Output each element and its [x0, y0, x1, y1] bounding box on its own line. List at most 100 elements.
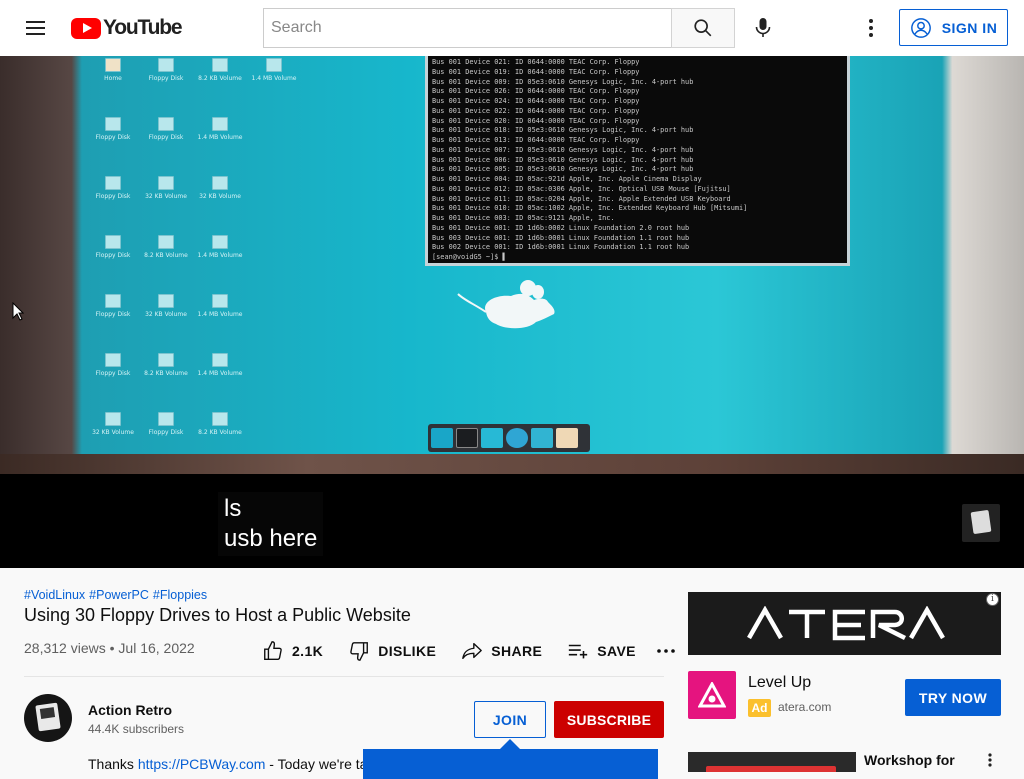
- video-desk-edge: [0, 454, 1024, 474]
- video-frame[interactable]: Home Floppy Disk 8.2 KB Volume 1.4 MB Volum…: [0, 56, 1024, 472]
- desktop-icon-label: Floppy Disk: [148, 75, 184, 82]
- recommended-menu-button[interactable]: [982, 752, 998, 768]
- terminal-line: Bus 001 Device 010: ID 05ac:1002 Apple, …: [432, 204, 748, 213]
- video-title: Using 30 Floppy Drives to Host a Public …: [24, 605, 411, 625]
- watermark-mac-icon: [970, 509, 992, 535]
- description-text: - Today we're ta: [265, 756, 363, 772]
- thumbs-up-icon: [264, 641, 282, 660]
- dock-search-icon: [531, 428, 553, 448]
- dislike-label: DISLIKE: [378, 643, 437, 659]
- search-input[interactable]: Search: [263, 8, 672, 48]
- floppy-disk-icon: [158, 412, 174, 426]
- sign-in-label: SIGN IN: [941, 19, 998, 36]
- channel-avatar[interactable]: [24, 694, 72, 742]
- share-icon: [462, 642, 483, 660]
- view-count: 28,312 views: [24, 640, 106, 656]
- ad-info-icon[interactable]: i: [986, 593, 999, 606]
- playlist-add-icon: [569, 644, 588, 659]
- hashtag-link[interactable]: #Floppies: [153, 588, 207, 602]
- search-button[interactable]: [671, 8, 735, 48]
- terminal-line: Bus 001 Device 009: ID 05e3:0610 Genesys…: [432, 77, 694, 86]
- settings-menu-button[interactable]: [859, 16, 883, 40]
- floppy-disk-icon: [158, 294, 174, 308]
- hashtag-link[interactable]: #PowerPC: [89, 588, 149, 602]
- terminal-line: Bus 001 Device 021: ID 0644:0000 TEAC Co…: [432, 58, 640, 66]
- terminal-line: Bus 002 Device 001: ID 1d6b:0001 Linux F…: [432, 243, 690, 252]
- desktop-icon: 8.2 KB Volume: [138, 235, 194, 259]
- masthead: YouTube Search SIGN IN: [0, 0, 1024, 56]
- description-link[interactable]: https://PCBWay.com: [138, 756, 266, 772]
- section-divider: [24, 676, 664, 677]
- desktop-icon: Home: [85, 58, 141, 82]
- youtube-play-icon: [71, 17, 101, 39]
- desktop-icon-label: Floppy Disk: [95, 252, 131, 259]
- desktop-icon: 1.4 MB Volume: [192, 294, 248, 318]
- description-prefix: Thanks: [88, 756, 138, 772]
- video-actions: 2.1K DISLIKE SHARE SAVE: [262, 636, 700, 666]
- subscribe-button[interactable]: SUBSCRIBE: [554, 701, 664, 738]
- video-meta: 28,312 views • Jul 16, 2022: [24, 640, 195, 656]
- avatar-mac-icon: [35, 702, 61, 732]
- terminal-window: Bus 001 Device 021: ID 0644:0000 TEAC Co…: [425, 56, 850, 266]
- desktop-icon: Floppy Disk: [85, 117, 141, 141]
- desktop-icon-label: 32 KB Volume: [199, 193, 241, 200]
- desktop-icon-label: 1.4 MB Volume: [197, 370, 243, 377]
- save-label: SAVE: [597, 643, 636, 659]
- desktop-icon: 8.2 KB Volume: [192, 58, 248, 82]
- terminal-line: Bus 001 Device 005: ID 05e3:0610 Genesys…: [432, 165, 694, 174]
- subscriber-count: 44.4K subscribers: [88, 722, 185, 736]
- sign-in-button[interactable]: SIGN IN: [899, 9, 1008, 46]
- share-button[interactable]: SHARE: [461, 640, 542, 662]
- terminal-line: Bus 001 Device 007: ID 05e3:0610 Genesys…: [432, 145, 694, 154]
- dislike-button[interactable]: DISLIKE: [348, 640, 436, 662]
- desktop-dock: [428, 424, 590, 452]
- tooltip-arrow: [500, 739, 520, 749]
- channel-watermark[interactable]: [962, 504, 1000, 542]
- share-label: SHARE: [491, 643, 543, 659]
- terminal-line: Bus 001 Device 022: ID 0644:0000 TEAC Co…: [432, 106, 640, 115]
- desktop-icon: Floppy Disk: [138, 412, 194, 436]
- ad-banner[interactable]: [688, 592, 1001, 655]
- more-actions-button[interactable]: [657, 649, 675, 653]
- hashtag-link[interactable]: #VoidLinux: [24, 588, 85, 602]
- desktop-icon: 8.2 KB Volume: [192, 412, 248, 436]
- desktop-icon: 32 KB Volume: [138, 176, 194, 200]
- recommended-title[interactable]: Workshop for: [864, 752, 955, 768]
- desktop-icon-label: Home: [104, 75, 122, 82]
- desktop-icon: Floppy Disk: [85, 353, 141, 377]
- dock-display-icon: [431, 428, 453, 448]
- desktop-icon-label: 8.2 KB Volume: [198, 75, 242, 82]
- try-now-button[interactable]: TRY NOW: [905, 679, 1001, 716]
- terminal-line: Bus 001 Device 012: ID 05ac:0306 Apple, …: [432, 184, 731, 193]
- ad-logo[interactable]: [688, 671, 736, 719]
- video-player[interactable]: Home Floppy Disk 8.2 KB Volume 1.4 MB Volum…: [0, 56, 1024, 568]
- terminal-line: Bus 001 Device 006: ID 05e3:0610 Genesys…: [432, 155, 694, 164]
- save-button[interactable]: SAVE: [567, 640, 636, 662]
- floppy-disk-icon: [105, 412, 121, 426]
- logo-text: YouTube: [103, 16, 183, 39]
- desktop-icon-label: 1.4 MB Volume: [251, 75, 297, 82]
- terminal-line: Bus 001 Device 011: ID 05ac:0204 Apple, …: [432, 194, 731, 203]
- desktop-icon-label: Floppy Disk: [95, 134, 131, 141]
- ad-title[interactable]: Level Up: [748, 674, 811, 692]
- desktop-icon-label: 8.2 KB Volume: [144, 252, 188, 259]
- search-icon: [694, 19, 712, 37]
- voice-search-button[interactable]: [750, 14, 776, 42]
- vertical-dots-icon: [988, 753, 992, 767]
- desktop-icon-label: 32 KB Volume: [145, 311, 187, 318]
- channel-name[interactable]: Action Retro: [88, 702, 172, 718]
- floppy-disk-icon: [105, 294, 121, 308]
- dock-files-icon: [481, 428, 503, 448]
- join-button[interactable]: JOIN: [474, 701, 546, 738]
- ad-domain: atera.com: [778, 700, 832, 714]
- youtube-logo[interactable]: YouTube: [71, 16, 183, 40]
- dock-browser-icon: [506, 428, 528, 448]
- like-button[interactable]: 2.1K: [262, 640, 323, 662]
- floppy-disk-icon: [266, 58, 282, 72]
- floppy-disk-icon: [212, 294, 228, 308]
- terminal-line: Bus 001 Device 003: ID 05ac:9121 Apple, …: [432, 214, 615, 222]
- menu-icon[interactable]: [24, 16, 48, 40]
- recommended-thumbnail[interactable]: [688, 752, 856, 772]
- desktop-icon-label: Floppy Disk: [95, 311, 131, 318]
- microphone-icon: [755, 18, 771, 37]
